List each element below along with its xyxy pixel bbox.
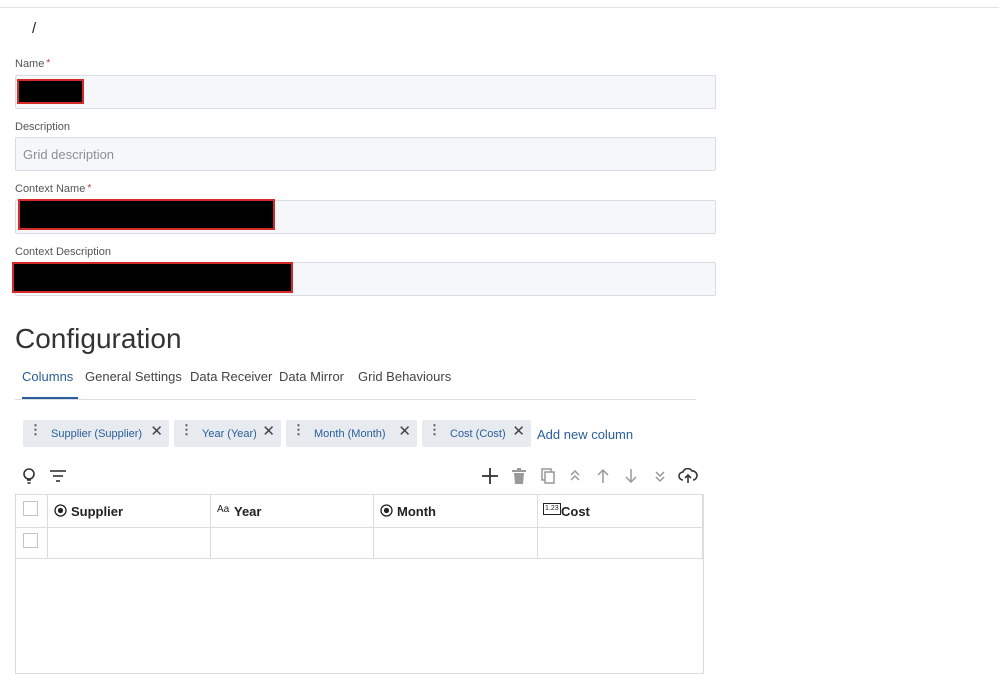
tab-grid-behaviours[interactable]: Grid Behaviours [358, 369, 451, 384]
close-icon[interactable]: ✕ [398, 422, 411, 440]
cell-month[interactable] [374, 527, 538, 558]
description-input[interactable] [16, 138, 715, 170]
move-up-icon[interactable] [593, 466, 613, 486]
name-field[interactable] [15, 75, 716, 109]
tab-data-receiver[interactable]: Data Receiver [190, 369, 272, 384]
configuration-tabs: Columns General Settings Data Receiver D… [15, 366, 696, 400]
header-year[interactable]: Aa Year [211, 495, 374, 527]
chip-label: Month (Month) [314, 428, 386, 440]
cell-supplier[interactable] [48, 527, 211, 558]
add-new-column-link[interactable]: Add new column [537, 427, 633, 442]
tab-general-settings[interactable]: General Settings [85, 369, 182, 384]
chip-label: Supplier (Supplier) [51, 428, 143, 440]
close-icon[interactable]: ✕ [512, 422, 525, 440]
row-checkbox[interactable] [23, 533, 38, 548]
header-label: Month [397, 504, 436, 519]
redacted-name [17, 79, 84, 104]
chip-label: Cost (Cost) [450, 428, 506, 440]
redacted-context-name [18, 199, 275, 230]
top-divider [0, 7, 999, 8]
grid-header-row: Supplier Aa Year Month 1.23 Cost [16, 495, 703, 528]
header-label: Year [234, 504, 262, 519]
radio-icon [380, 504, 393, 517]
header-label: Cost [561, 504, 590, 519]
tab-data-mirror[interactable]: Data Mirror [279, 369, 344, 384]
add-icon[interactable] [480, 466, 500, 486]
tab-columns[interactable]: Columns [22, 369, 73, 384]
drag-handle-icon[interactable]: ⋮ [29, 422, 42, 438]
column-chip-month[interactable]: ⋮ Month (Month) ✕ [286, 420, 417, 447]
active-tab-indicator [22, 397, 78, 399]
trash-icon[interactable] [509, 466, 529, 486]
description-field[interactable] [15, 137, 716, 171]
close-icon[interactable]: ✕ [262, 422, 275, 440]
move-to-bottom-icon[interactable] [650, 466, 670, 486]
name-input[interactable] [16, 76, 715, 108]
header-label: Supplier [71, 504, 124, 519]
cloud-upload-icon[interactable] [678, 466, 698, 486]
configuration-title: Configuration [15, 323, 182, 354]
drag-handle-icon[interactable]: ⋮ [180, 422, 193, 438]
context-description-label: Context Description [15, 246, 111, 258]
column-chip-supplier[interactable]: ⋮ Supplier (Supplier) ✕ [23, 420, 169, 447]
column-chip-cost[interactable]: ⋮ Cost (Cost) ✕ [422, 420, 531, 447]
number-type-icon: 1.23 [543, 503, 561, 515]
lightbulb-icon[interactable] [19, 466, 39, 486]
column-chip-year[interactable]: ⋮ Year (Year) ✕ [174, 420, 281, 447]
text-type-icon: Aa [217, 504, 230, 515]
description-label: Description [15, 121, 71, 133]
close-icon[interactable]: ✕ [150, 422, 163, 440]
header-month[interactable]: Month [374, 495, 538, 527]
drag-handle-icon[interactable]: ⋮ [292, 422, 305, 438]
row-select-cell [16, 527, 48, 558]
header-supplier[interactable]: Supplier [48, 495, 211, 527]
chip-label: Year (Year) [202, 428, 257, 440]
header-cost[interactable]: 1.23 Cost [538, 495, 703, 527]
cell-cost[interactable] [538, 527, 703, 558]
move-to-top-icon[interactable] [565, 466, 585, 486]
filter-icon[interactable] [48, 466, 68, 486]
context-name-label: Context Name * [15, 183, 92, 195]
select-all-cell [16, 495, 48, 527]
breadcrumb: / [32, 20, 37, 37]
move-down-icon[interactable] [621, 466, 641, 486]
table-row[interactable] [16, 527, 703, 559]
copy-icon[interactable] [538, 466, 558, 486]
columns-grid: Supplier Aa Year Month 1.23 Cost [15, 494, 704, 674]
cell-year[interactable] [211, 527, 374, 558]
select-all-checkbox[interactable] [23, 501, 38, 516]
drag-handle-icon[interactable]: ⋮ [428, 422, 441, 438]
name-label: Name * [15, 58, 51, 70]
redacted-context-description [12, 262, 293, 293]
radio-icon [54, 504, 67, 517]
